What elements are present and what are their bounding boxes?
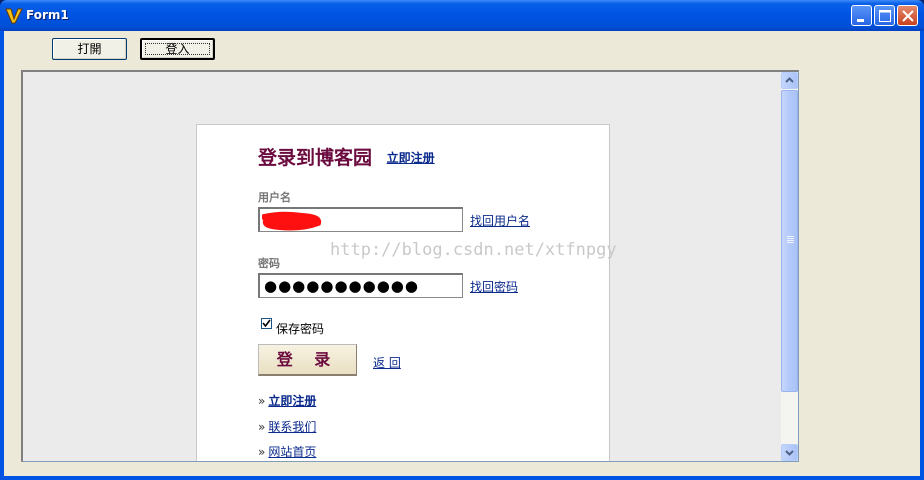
home-link[interactable]: 网站首页: [268, 445, 316, 459]
grip-line: [787, 236, 794, 237]
close-icon: [902, 10, 914, 22]
chevron-up-icon: [785, 77, 794, 83]
app-icon: [5, 8, 23, 24]
title-bar[interactable]: Form1: [0, 0, 924, 31]
password-field[interactable]: ●●●●●●●●●●●: [258, 273, 463, 298]
minimize-button[interactable]: [851, 5, 872, 26]
find-username-link[interactable]: 找回用户名: [470, 212, 530, 229]
scroll-up-button[interactable]: [781, 72, 798, 89]
arrow-icon: »: [258, 445, 266, 459]
arrow-icon: »: [258, 420, 266, 434]
login-title-text: 登录到博客园: [258, 147, 373, 169]
grip-line: [787, 240, 794, 241]
password-mask: ●●●●●●●●●●●: [264, 277, 419, 295]
arrow-icon: »: [258, 394, 266, 408]
list-item: » 网站首页: [258, 443, 316, 460]
checkmark-icon: [262, 319, 271, 328]
open-button[interactable]: 打開: [52, 38, 127, 60]
username-field[interactable]: [258, 207, 463, 232]
grip-line: [787, 238, 794, 239]
watermark-text: http://blog.csdn.net/xtfnpgy: [330, 240, 617, 260]
web-browser-control[interactable]: 登录到博客园 立即注册 用户名 找回用户名 密码 ●●●●●●●●●●● 找回密…: [21, 70, 799, 462]
register-link-bottom[interactable]: 立即注册: [268, 394, 316, 408]
maximize-icon: [879, 10, 891, 22]
login-submit-button[interactable]: 登 录: [258, 344, 357, 376]
scroll-thumb[interactable]: [781, 90, 798, 392]
login-toolbar-button[interactable]: 登入: [140, 38, 215, 60]
window-title: Form1: [26, 8, 69, 22]
back-link[interactable]: 返 回: [373, 354, 401, 371]
focus-rectangle: [145, 43, 210, 55]
remember-checkbox[interactable]: [261, 318, 272, 329]
close-button[interactable]: [897, 5, 918, 26]
redacted-scribble: [262, 211, 322, 231]
maximize-button[interactable]: [874, 5, 895, 26]
grip-line: [787, 242, 794, 243]
password-label: 密码: [258, 257, 280, 270]
list-item: » 联系我们: [258, 418, 316, 435]
scroll-down-button[interactable]: [781, 444, 798, 461]
register-link-top[interactable]: 立即注册: [387, 151, 435, 165]
minimize-icon: [857, 19, 864, 22]
remember-label: 保存密码: [276, 322, 325, 336]
username-label: 用户名: [258, 191, 291, 204]
login-panel: 登录到博客园 立即注册 用户名 找回用户名 密码 ●●●●●●●●●●● 找回密…: [196, 124, 610, 461]
login-title: 登录到博客园 立即注册: [258, 143, 435, 170]
contact-link[interactable]: 联系我们: [268, 420, 316, 434]
find-password-link[interactable]: 找回密码: [470, 278, 518, 295]
chevron-down-icon: [785, 450, 794, 456]
vertical-scrollbar[interactable]: [781, 72, 798, 461]
list-item: » 立即注册: [258, 392, 316, 409]
